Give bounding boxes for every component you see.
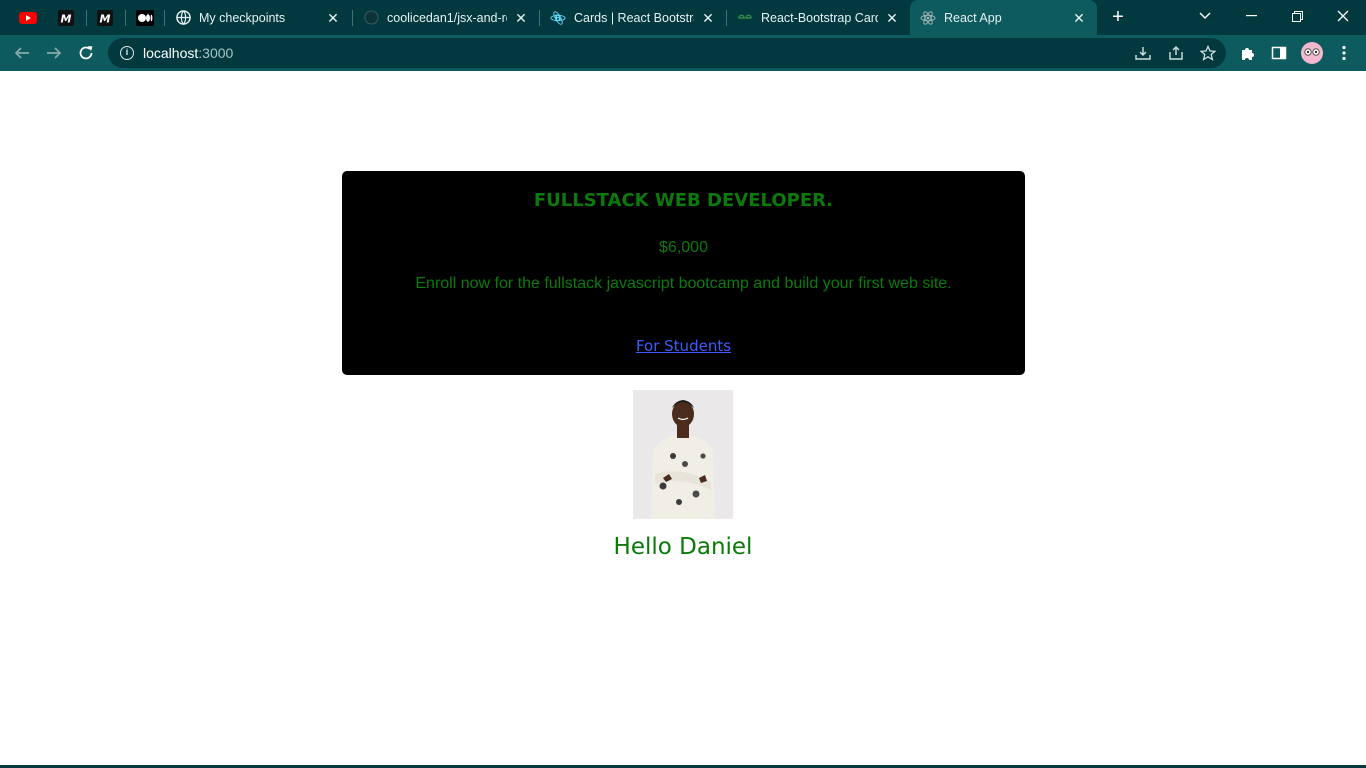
tab-title: coolicedan1/jsx-and-re <box>387 10 507 25</box>
svg-text:B: B <box>555 14 562 24</box>
greeting-heading: Hello Daniel <box>613 534 753 560</box>
tab-title: React-Bootstrap Cards <box>761 10 878 25</box>
back-button[interactable] <box>7 38 37 68</box>
tab-cards-react-bootstrap[interactable]: B Cards | React Bootstrap ✕ <box>540 0 726 35</box>
close-icon[interactable]: ✕ <box>884 10 900 26</box>
tab-my-checkpoints[interactable]: My checkpoints ✕ <box>165 0 351 35</box>
card-description: Enroll now for the fullstack javascript … <box>415 275 952 292</box>
forward-button[interactable] <box>39 38 69 68</box>
profile-photo <box>633 390 733 519</box>
share-button[interactable] <box>1164 41 1188 65</box>
page-content: FULLSTACK WEB DEVELOPER. $6,000 Enroll n… <box>0 71 1366 768</box>
bookmark-button[interactable] <box>1196 41 1220 65</box>
extensions-button[interactable] <box>1236 41 1260 65</box>
profile-button[interactable] <box>1300 41 1324 65</box>
tab-react-app[interactable]: React App ✕ <box>910 0 1097 35</box>
tab-github-repo[interactable]: coolicedan1/jsx-and-re ✕ <box>353 0 539 35</box>
react-icon <box>920 10 936 26</box>
m-icon: M <box>97 9 113 26</box>
new-tab-button[interactable]: + <box>1106 6 1130 30</box>
forward-arrow-icon <box>47 47 62 59</box>
pinned-tab-youtube[interactable] <box>9 0 47 35</box>
share-icon <box>1169 46 1183 60</box>
course-card: FULLSTACK WEB DEVELOPER. $6,000 Enroll n… <box>342 171 1025 375</box>
close-icon <box>1337 10 1349 22</box>
close-icon[interactable]: ✕ <box>1071 10 1087 26</box>
info-icon[interactable]: i <box>120 46 134 60</box>
kebab-menu-icon <box>1342 45 1346 61</box>
puzzle-icon <box>1242 48 1254 60</box>
close-icon[interactable]: ✕ <box>325 10 341 26</box>
minimize-button[interactable] <box>1228 0 1274 32</box>
tab-react-bootstrap-cards[interactable]: React-Bootstrap Cards ✕ <box>727 0 910 35</box>
medium-icon <box>136 9 154 26</box>
tab-title: My checkpoints <box>199 10 286 25</box>
close-icon[interactable]: ✕ <box>700 10 716 26</box>
address-bar[interactable]: i localhost:3000 <box>108 38 1226 68</box>
minimize-icon <box>1245 15 1257 17</box>
restore-icon <box>1291 10 1303 22</box>
menu-button[interactable] <box>1332 41 1356 65</box>
pinned-tab-m1[interactable]: M <box>47 0 85 35</box>
star-icon <box>1200 45 1216 61</box>
reload-icon <box>79 46 93 60</box>
geeks-icon <box>737 10 753 26</box>
restore-button[interactable] <box>1274 0 1320 32</box>
card-title: FULLSTACK WEB DEVELOPER. <box>533 190 834 211</box>
m-icon: M <box>58 9 74 26</box>
github-icon <box>363 10 379 26</box>
install-icon <box>1135 47 1151 60</box>
window-close-button[interactable] <box>1320 0 1366 32</box>
back-arrow-icon <box>14 47 29 59</box>
side-panel-icon <box>1271 46 1287 60</box>
pinned-tab-medium[interactable] <box>126 0 164 35</box>
tab-search-button[interactable] <box>1182 0 1228 32</box>
tab-title: React App <box>944 10 1002 25</box>
browser-toolbar: i localhost:3000 <box>0 35 1366 71</box>
for-students-link[interactable]: For Students <box>636 337 731 355</box>
url-text[interactable]: localhost:3000 <box>143 45 233 61</box>
tab-strip: M M My checkpoints ✕ coolicedan1/jsx-and… <box>0 0 1366 35</box>
tab-title: Cards | React Bootstrap <box>574 10 694 25</box>
install-app-button[interactable] <box>1131 41 1155 65</box>
globe-icon <box>175 10 191 26</box>
svg-text:M: M <box>61 12 72 25</box>
avatar <box>1301 42 1323 64</box>
card-price: $6,000 <box>659 239 708 256</box>
youtube-icon <box>19 11 37 24</box>
react-bootstrap-icon: B <box>550 10 566 26</box>
close-icon[interactable]: ✕ <box>513 10 529 26</box>
pinned-tab-m2[interactable]: M <box>86 0 124 35</box>
card-link-wrapper: For Students <box>342 337 1025 355</box>
reload-button[interactable] <box>71 38 101 68</box>
chevron-down-icon <box>1199 12 1211 19</box>
side-panel-button[interactable] <box>1267 41 1291 65</box>
svg-text:M: M <box>100 12 111 25</box>
